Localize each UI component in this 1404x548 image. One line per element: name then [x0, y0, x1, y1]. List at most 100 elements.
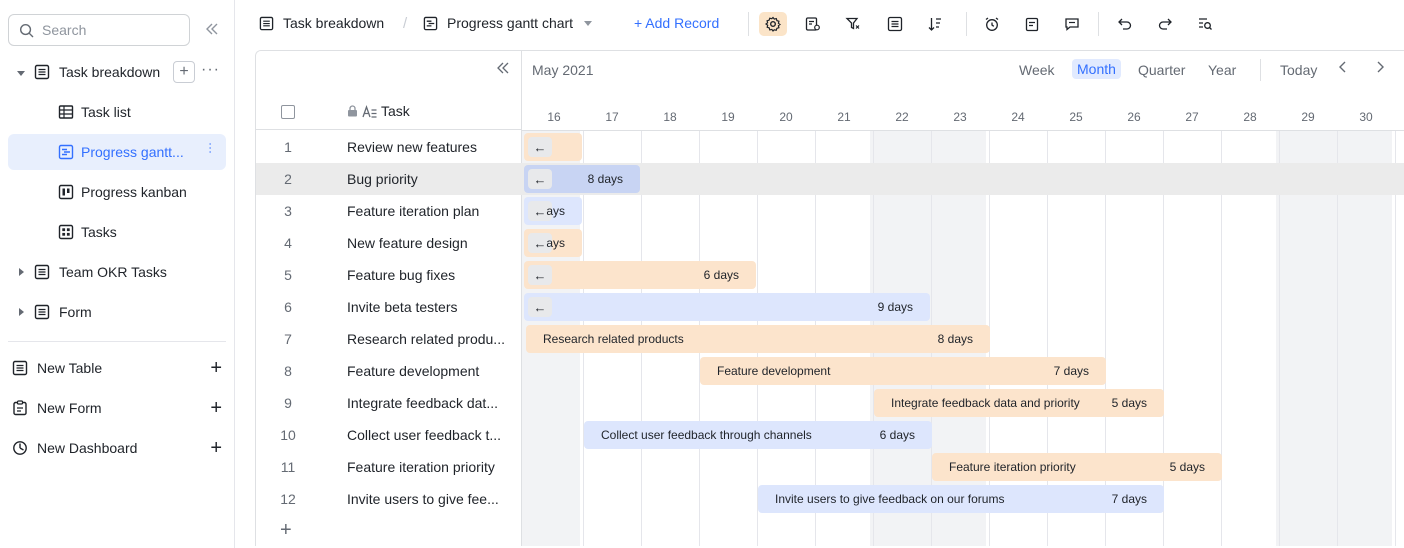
gantt-bar[interactable]: ← 6 days — [524, 261, 756, 289]
filter-button[interactable] — [839, 12, 867, 36]
scroll-to-bar-icon[interactable]: ← — [528, 297, 552, 317]
task-name-cell[interactable]: Feature iteration priority — [347, 459, 517, 475]
filter-icon — [845, 17, 860, 30]
sidebar-item-progress-kanban[interactable]: Progress kanban — [8, 174, 226, 210]
new-table-button[interactable]: New Table + — [8, 350, 226, 386]
timeline-header-divider — [522, 130, 1404, 131]
gantt-bar[interactable]: Research related products 8 days — [526, 325, 990, 353]
scroll-to-bar-icon[interactable]: ← — [528, 169, 552, 189]
gantt-bar[interactable]: Collect user feedback through channels 6 … — [584, 421, 932, 449]
add-view-button[interactable]: + — [173, 61, 195, 83]
today-button[interactable]: Today — [1280, 62, 1317, 78]
search-records-button[interactable] — [1191, 12, 1219, 36]
more-vertical-icon[interactable]: ··· — [204, 142, 218, 154]
table-icon — [259, 16, 274, 30]
gantt-bar[interactable]: ← 9 days — [524, 293, 930, 321]
breadcrumb-table[interactable]: Task breakdown — [259, 15, 384, 31]
more-icon[interactable]: ··· — [201, 61, 220, 79]
scroll-to-bar-icon[interactable]: ← — [528, 265, 552, 285]
sidebar-item-team-okr-tasks[interactable]: Team OKR Tasks — [8, 254, 226, 290]
new-dashboard-button[interactable]: New Dashboard + — [8, 430, 226, 466]
gantt-bar[interactable]: Feature development 7 days — [700, 357, 1106, 385]
task-name-cell[interactable]: New feature design — [347, 235, 517, 251]
gantt-bar[interactable]: Feature iteration priority 5 days — [932, 453, 1222, 481]
table-row[interactable]: 8 Feature development — [256, 355, 522, 387]
table-row[interactable]: 5 Feature bug fixes — [256, 259, 522, 291]
table-row[interactable]: 7 Research related produ... — [256, 323, 522, 355]
table-row[interactable]: 2 Bug priority — [256, 163, 522, 195]
task-name-cell[interactable]: Feature development — [347, 363, 517, 379]
clipboard-icon — [1025, 17, 1039, 32]
gantt-bar[interactable]: ← — [524, 133, 582, 161]
chevron-right-icon[interactable] — [1374, 60, 1386, 74]
table-row[interactable]: 1 Review new features — [256, 131, 522, 163]
sidebar-item-form[interactable]: Form — [8, 294, 226, 330]
scale-year[interactable]: Year — [1208, 62, 1236, 78]
sidebar-item-progress-gantt[interactable]: Progress gantt... ··· — [8, 134, 226, 170]
plus-icon[interactable]: + — [210, 357, 222, 380]
table-row[interactable]: 9 Integrate feedback dat... — [256, 387, 522, 419]
task-column-header[interactable]: Task — [347, 103, 410, 119]
task-name-cell[interactable]: Bug priority — [347, 171, 517, 187]
task-name-cell[interactable]: Research related produ... — [347, 331, 517, 347]
undo-button[interactable] — [1111, 12, 1139, 36]
sidebar-item-tasks[interactable]: Tasks — [8, 214, 226, 250]
table-row[interactable]: 12 Invite users to give fee... — [256, 483, 522, 515]
caret-down-icon[interactable] — [16, 68, 26, 78]
collapse-sidebar-icon[interactable] — [203, 20, 221, 38]
collapse-grid-icon[interactable] — [496, 61, 510, 75]
alarm-clock-icon — [985, 17, 999, 31]
field-settings-button[interactable] — [799, 12, 827, 36]
gantt-settings-button[interactable] — [759, 12, 787, 36]
caret-right-icon[interactable] — [16, 307, 26, 317]
chevron-left-icon[interactable] — [1337, 60, 1349, 74]
sidebar-item-label: Task breakdown — [59, 64, 161, 80]
table-row[interactable]: 4 New feature design — [256, 227, 522, 259]
table-row[interactable]: 3 Feature iteration plan — [256, 195, 522, 227]
gantt-bar[interactable]: Integrate feedback data and priority 5 da… — [874, 389, 1164, 417]
scroll-to-bar-icon[interactable]: ← — [528, 137, 552, 157]
scale-month[interactable]: Month — [1072, 59, 1121, 79]
bar-duration: 9 days — [877, 300, 913, 314]
task-name-cell[interactable]: Integrate feedback dat... — [347, 395, 517, 411]
form-view-button[interactable] — [1018, 12, 1046, 36]
day-label: 28 — [1243, 110, 1257, 124]
scale-week[interactable]: Week — [1019, 62, 1055, 78]
task-name-cell[interactable]: Feature bug fixes — [347, 267, 517, 283]
search-box[interactable]: Search — [8, 14, 190, 46]
scale-quarter[interactable]: Quarter — [1138, 62, 1185, 78]
redo-button[interactable] — [1151, 12, 1179, 36]
add-row-button[interactable]: + — [280, 519, 292, 542]
group-button[interactable] — [881, 12, 909, 36]
plus-icon[interactable]: + — [210, 397, 222, 420]
table-row[interactable]: 10 Collect user feedback t... — [256, 419, 522, 451]
sort-button[interactable] — [921, 12, 949, 36]
gantt-bar[interactable]: ← ays — [524, 229, 582, 257]
caret-right-icon[interactable] — [16, 267, 26, 277]
task-name-cell[interactable]: Review new features — [347, 139, 517, 155]
table-row[interactable]: 11 Feature iteration priority — [256, 451, 522, 483]
lock-icon — [348, 105, 357, 117]
sort-icon — [928, 18, 941, 31]
bar-duration: 8 days — [937, 332, 973, 346]
bar-label: Collect user feedback through channels — [601, 428, 812, 442]
task-name-cell[interactable]: Invite beta testers — [347, 299, 517, 315]
breadcrumb-view[interactable]: Progress gantt chart — [423, 15, 593, 31]
add-record-button[interactable]: + Add Record — [634, 15, 719, 31]
task-name-cell[interactable]: Collect user feedback t... — [347, 427, 517, 443]
new-form-label: New Form — [37, 400, 102, 416]
sidebar-item-task-breakdown[interactable]: Task breakdown + ··· — [8, 54, 226, 90]
gantt-bar[interactable]: ← 8 days — [524, 165, 640, 193]
table-row[interactable]: 6 Invite beta testers — [256, 291, 522, 323]
plus-icon[interactable]: + — [210, 437, 222, 460]
comment-button[interactable] — [1058, 12, 1086, 36]
gantt-bar[interactable]: ← ays — [524, 197, 582, 225]
new-form-button[interactable]: New Form + — [8, 390, 226, 426]
select-all-checkbox[interactable] — [281, 105, 295, 119]
sidebar-item-task-list[interactable]: Task list — [8, 94, 226, 130]
dropdown-caret-icon[interactable] — [583, 18, 593, 28]
task-name-cell[interactable]: Feature iteration plan — [347, 203, 517, 219]
reminder-button[interactable] — [978, 12, 1006, 36]
task-name-cell[interactable]: Invite users to give fee... — [347, 491, 517, 507]
gantt-bar[interactable]: Invite users to give feedback on our for… — [758, 485, 1164, 513]
